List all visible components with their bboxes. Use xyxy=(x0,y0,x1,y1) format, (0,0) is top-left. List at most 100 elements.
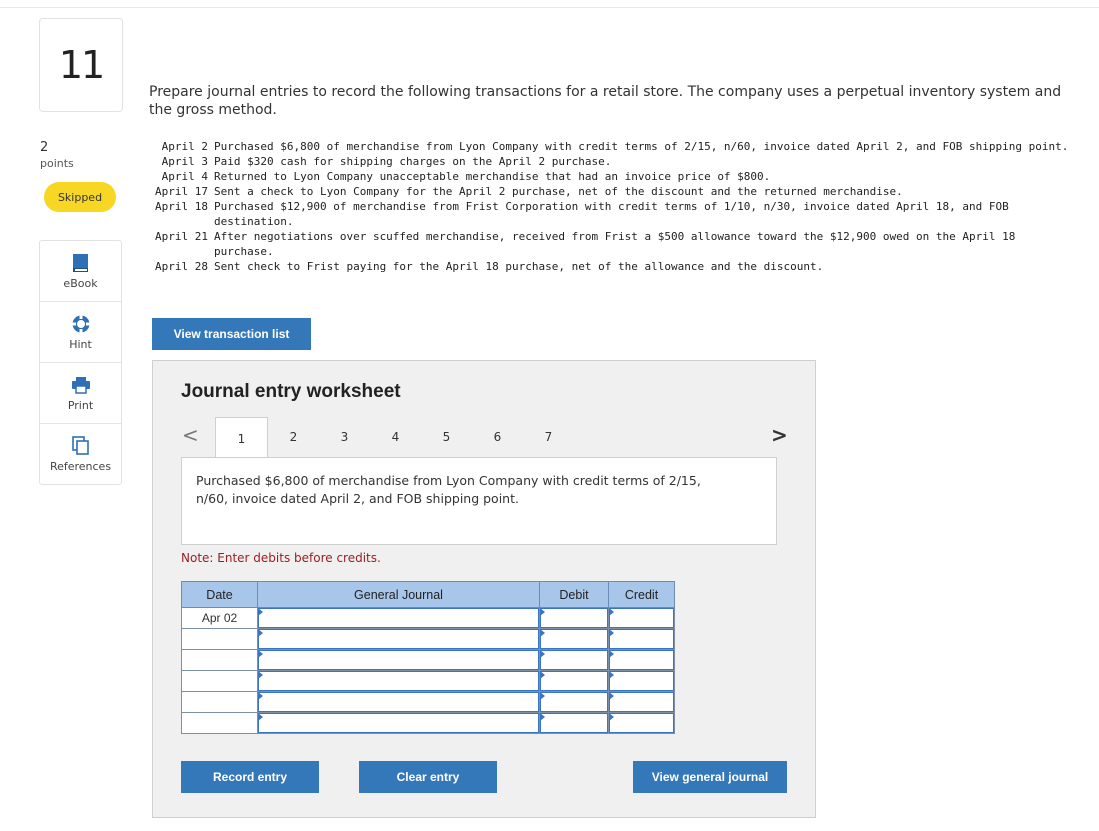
tab-1[interactable]: 1 xyxy=(215,417,268,459)
debit-cell[interactable] xyxy=(539,607,609,629)
transaction-text: Sent check to Frist paying for the April… xyxy=(214,260,824,273)
debit-input[interactable] xyxy=(540,608,608,628)
credit-input[interactable] xyxy=(609,671,674,691)
list-item: April 21 After negotiations over scuffed … xyxy=(148,229,1074,259)
input-marker-icon xyxy=(609,629,614,637)
debit-cell[interactable] xyxy=(539,670,609,692)
worksheet-title: Journal entry worksheet xyxy=(181,381,401,402)
account-cell[interactable] xyxy=(257,607,540,629)
view-general-journal-button[interactable]: View general journal xyxy=(633,761,787,793)
transaction-date: April 18 xyxy=(155,200,208,213)
tab-6[interactable]: 6 xyxy=(472,417,523,457)
date-cell: Apr 02 xyxy=(181,607,258,629)
entry-description-box: Purchased $6,800 of merchandise from Lyo… xyxy=(181,457,777,545)
debit-input[interactable] xyxy=(540,713,608,733)
account-cell[interactable] xyxy=(257,628,540,650)
transaction-text: Purchased $6,800 of merchandise from Lyo… xyxy=(214,140,1069,153)
print-label: Print xyxy=(67,398,94,412)
tab-4[interactable]: 4 xyxy=(370,417,421,457)
credit-input[interactable] xyxy=(609,608,674,628)
account-cell[interactable] xyxy=(257,649,540,671)
date-cell xyxy=(181,712,258,734)
tab-7[interactable]: 7 xyxy=(523,417,574,457)
transaction-text: After negotiations over scuffed merchand… xyxy=(214,230,1016,258)
date-cell xyxy=(181,691,258,713)
credit-cell[interactable] xyxy=(608,649,675,671)
dropdown-marker-icon xyxy=(258,713,263,721)
table-row: Apr 02 xyxy=(181,607,675,629)
points-label: points xyxy=(40,157,74,170)
hint-button[interactable]: Hint xyxy=(40,302,121,363)
transaction-date: April 17 xyxy=(155,185,208,198)
credit-input[interactable] xyxy=(609,713,674,733)
entry-tabs: 1 2 3 4 5 6 7 xyxy=(215,417,574,459)
credit-input[interactable] xyxy=(609,629,674,649)
references-label: References xyxy=(49,459,112,473)
account-input[interactable] xyxy=(258,650,539,670)
question-number-box: 11 xyxy=(39,18,123,112)
debit-cell[interactable] xyxy=(539,628,609,650)
debit-input[interactable] xyxy=(540,692,608,712)
debit-cell[interactable] xyxy=(539,712,609,734)
view-transaction-list-button[interactable]: View transaction list xyxy=(152,318,311,350)
account-cell[interactable] xyxy=(257,691,540,713)
tab-2[interactable]: 2 xyxy=(268,417,319,457)
transaction-date: April 3 xyxy=(155,155,208,168)
record-entry-button[interactable]: Record entry xyxy=(181,761,319,793)
date-cell xyxy=(181,670,258,692)
account-input[interactable] xyxy=(258,608,539,628)
account-cell[interactable] xyxy=(257,670,540,692)
dropdown-marker-icon xyxy=(258,608,263,616)
credit-input[interactable] xyxy=(609,650,674,670)
table-row xyxy=(181,670,675,692)
input-marker-icon xyxy=(540,713,545,721)
printer-icon xyxy=(71,375,91,395)
credit-cell[interactable] xyxy=(608,607,675,629)
previous-entry-button[interactable]: < xyxy=(182,423,199,447)
debit-cell[interactable] xyxy=(539,691,609,713)
account-input[interactable] xyxy=(258,671,539,691)
tab-3[interactable]: 3 xyxy=(319,417,370,457)
references-button[interactable]: References xyxy=(40,424,121,484)
debit-input[interactable] xyxy=(540,671,608,691)
dropdown-marker-icon xyxy=(258,692,263,700)
entry-note: Note: Enter debits before credits. xyxy=(181,551,381,565)
input-marker-icon xyxy=(609,713,614,721)
ebook-label: eBook xyxy=(63,276,98,290)
input-marker-icon xyxy=(609,650,614,658)
table-row xyxy=(181,691,675,713)
dropdown-marker-icon xyxy=(258,629,263,637)
list-item: April 4 Returned to Lyon Company unaccept… xyxy=(148,169,1074,184)
debit-input[interactable] xyxy=(540,650,608,670)
debit-cell[interactable] xyxy=(539,649,609,671)
journal-worksheet: Journal entry worksheet < 1 2 3 4 5 6 7 … xyxy=(152,360,816,818)
clear-entry-button[interactable]: Clear entry xyxy=(359,761,497,793)
list-item: April 28 Sent check to Frist paying for t… xyxy=(148,259,1074,274)
input-marker-icon xyxy=(540,692,545,700)
date-cell xyxy=(181,628,258,650)
account-input[interactable] xyxy=(258,713,539,733)
transaction-text: Paid $320 cash for shipping charges on t… xyxy=(214,155,612,168)
entry-description: Purchased $6,800 of merchandise from Lyo… xyxy=(196,473,701,506)
status-badge: Skipped xyxy=(44,182,116,212)
credit-cell[interactable] xyxy=(608,670,675,692)
account-input[interactable] xyxy=(258,692,539,712)
account-input[interactable] xyxy=(258,629,539,649)
list-item: April 18 Purchased $12,900 of merchandise… xyxy=(148,199,1074,229)
date-cell xyxy=(181,649,258,671)
ebook-button[interactable]: eBook xyxy=(40,241,121,302)
next-entry-button[interactable]: > xyxy=(771,423,788,447)
debit-input[interactable] xyxy=(540,629,608,649)
list-item: April 2 Purchased $6,800 of merchandise f… xyxy=(148,139,1074,154)
table-header-row: Date General Journal Debit Credit xyxy=(181,581,675,608)
account-cell[interactable] xyxy=(257,712,540,734)
list-item: April 3 Paid $320 cash for shipping charg… xyxy=(148,154,1074,169)
credit-input[interactable] xyxy=(609,692,674,712)
credit-cell[interactable] xyxy=(608,628,675,650)
list-item: April 17 Sent a check to Lyon Company for… xyxy=(148,184,1074,199)
credit-cell[interactable] xyxy=(608,712,675,734)
print-button[interactable]: Print xyxy=(40,363,121,424)
top-divider xyxy=(0,7,1099,8)
credit-cell[interactable] xyxy=(608,691,675,713)
tab-5[interactable]: 5 xyxy=(421,417,472,457)
